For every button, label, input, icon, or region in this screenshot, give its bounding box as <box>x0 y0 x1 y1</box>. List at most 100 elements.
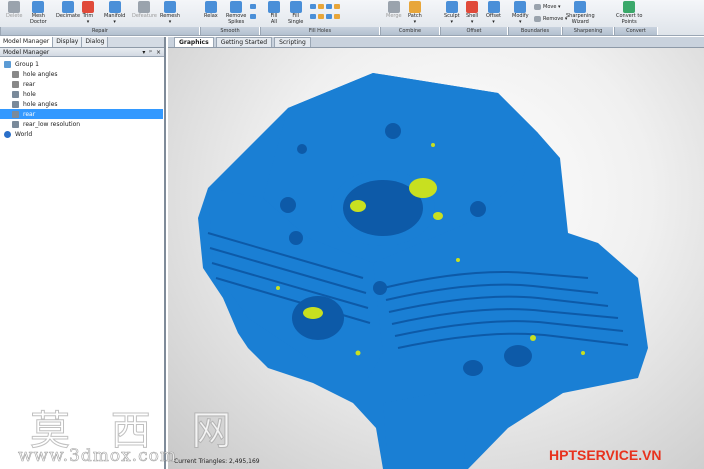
tree-item[interactable]: rear <box>0 109 163 119</box>
tab-dialog[interactable]: Dialog <box>82 37 109 47</box>
tree-item[interactable]: World <box>0 129 163 139</box>
convert-to-points-icon <box>623 1 636 13</box>
modify-icon <box>514 1 527 13</box>
ribbon-button-label: Relax <box>204 13 218 19</box>
ribbon-group-label: Convert <box>626 28 646 34</box>
relax-button[interactable]: Relax <box>204 1 218 27</box>
move-button[interactable]: Move ▾ <box>534 3 561 11</box>
watermark-url: www.3dmox.com <box>18 446 177 467</box>
small-tool-icon[interactable] <box>318 3 324 9</box>
graphics-viewport[interactable]: Current Triangles: 2,495,169 <box>168 48 704 469</box>
remove-spikes-button[interactable]: Remove Spikes <box>226 1 246 27</box>
small-tool-row[interactable] <box>250 13 256 19</box>
offset-button[interactable]: Offset ▾ <box>486 1 501 27</box>
small-tool-icon[interactable] <box>318 13 324 19</box>
left-panel-tabs: Model Manager Display Dialog <box>0 37 164 48</box>
decimate-icon <box>62 1 75 13</box>
point-cloud-icon <box>12 80 19 88</box>
close-icon[interactable]: × <box>156 49 161 56</box>
dropdown-icon[interactable]: ▾ <box>142 49 145 56</box>
patch-button[interactable]: Patch ▾ <box>408 1 422 27</box>
small-tool-icon[interactable] <box>326 3 332 9</box>
decimate-button[interactable]: Decimate <box>56 1 80 27</box>
tree-item[interactable]: rear <box>0 79 163 89</box>
ribbon-button-label: Shell ▾ <box>466 13 479 25</box>
mesh-icon <box>12 90 19 98</box>
ribbon-button-label: Modify ▾ <box>512 13 529 25</box>
sharpening-wizard-button[interactable]: Sharpening Wizard <box>566 1 595 27</box>
mesh-icon <box>12 120 19 128</box>
mesh-doctor-icon <box>32 1 45 13</box>
move-icon <box>534 4 541 10</box>
ribbon-group-label: Combine <box>398 28 422 34</box>
remesh-icon <box>164 1 177 13</box>
merge-button[interactable]: Merge <box>386 1 402 27</box>
ribbon-button-label: Merge <box>386 13 402 19</box>
spark-plug-port <box>504 345 532 367</box>
sculpt-button[interactable]: Sculpt ▾ <box>444 1 460 27</box>
small-tool-icon[interactable] <box>326 13 332 19</box>
shell-button[interactable]: Shell ▾ <box>466 1 478 27</box>
manifold-button[interactable]: Manifold ▾ <box>104 1 125 27</box>
ribbon-button-label: Move ▾ <box>543 4 561 10</box>
tree-item-label: hole angles <box>23 70 58 78</box>
modify-button[interactable]: Modify ▾ <box>512 1 529 27</box>
ribbon-button-label: Mesh Doctor <box>30 13 47 25</box>
tree-item[interactable]: hole angles <box>0 99 163 109</box>
ribbon-group-label: Offset <box>466 28 482 34</box>
delete-button[interactable]: Delete <box>6 1 22 27</box>
ribbon-button-label: Manifold ▾ <box>104 13 126 25</box>
small-tool-icon[interactable] <box>334 13 340 19</box>
manifold-icon <box>108 1 121 13</box>
ribbon-group-combine: Combine <box>380 27 440 35</box>
remesh-button[interactable]: Remesh ▾ <box>160 1 180 27</box>
tree-item[interactable]: hole angles <box>0 69 163 79</box>
tree-item[interactable]: rear_low resolution <box>0 119 163 129</box>
tab-display[interactable]: Display <box>53 37 83 47</box>
fill-all-button[interactable]: Fill All <box>268 1 280 27</box>
ribbon-button-label: Fill Single <box>288 13 304 25</box>
ribbon-group-repair: Repair <box>0 27 200 35</box>
tab-getting-started[interactable]: Getting Started <box>215 37 273 47</box>
defeature-button[interactable]: Defeature <box>132 1 157 27</box>
tab-scripting[interactable]: Scripting <box>274 37 311 47</box>
fill-single-button[interactable]: Fill Single <box>288 1 303 27</box>
small-tool-icon[interactable] <box>250 13 256 19</box>
small-tool-row[interactable] <box>310 3 340 9</box>
triangle-count-status: Current Triangles: 2,495,169 <box>174 458 260 465</box>
offset-icon <box>487 1 500 13</box>
ribbon-group-fill-holes: Fill Holes <box>260 27 380 35</box>
ribbon-button-label: Sharpening Wizard <box>566 13 595 25</box>
tree-item-label: Group 1 <box>15 60 39 68</box>
mesh-doctor-button[interactable]: Mesh Doctor <box>30 1 47 27</box>
trim-button[interactable]: Trim ▾ <box>82 1 94 27</box>
ribbon-button-label: Convert to Points <box>616 13 643 25</box>
sharpening-wizard-icon <box>574 1 587 13</box>
tab-model-manager[interactable]: Model Manager <box>0 37 54 47</box>
small-tool-icon[interactable] <box>250 3 256 9</box>
merge-icon <box>387 1 400 13</box>
small-tool-icon[interactable] <box>310 13 316 19</box>
main-tabs: Graphics Getting Started Scripting <box>168 37 704 48</box>
small-tool-icon[interactable] <box>334 3 340 9</box>
tree-item-label: rear <box>23 110 36 118</box>
small-tool-row[interactable] <box>310 13 340 19</box>
tab-graphics[interactable]: Graphics <box>174 37 214 47</box>
ribbon-button-label: Defeature <box>132 13 157 19</box>
remove-icon <box>534 16 541 22</box>
pin-icon[interactable]: ᵖ <box>149 49 152 56</box>
ribbon-button-label: Decimate <box>56 13 81 19</box>
remove-button[interactable]: Remove ▾ <box>534 15 567 23</box>
small-tool-icon[interactable] <box>310 3 316 9</box>
convert-to-points-button[interactable]: Convert to Points <box>616 1 642 27</box>
patch-icon <box>408 1 421 13</box>
small-tool-row[interactable] <box>250 3 256 9</box>
tree-item[interactable]: Group 1 <box>0 59 163 69</box>
tree-item[interactable]: hole <box>0 89 163 99</box>
ribbon-toolbar: Delete Mesh Doctor Decimate Trim ▾ Manifold … <box>0 0 704 36</box>
fill-single-icon <box>289 1 302 13</box>
ribbon-button-label: Patch ▾ <box>408 13 422 25</box>
ribbon-group-label: Fill Holes <box>308 28 332 34</box>
ribbon-button-label: Remove Spikes <box>226 13 247 25</box>
tree-item-label: hole <box>23 90 36 98</box>
